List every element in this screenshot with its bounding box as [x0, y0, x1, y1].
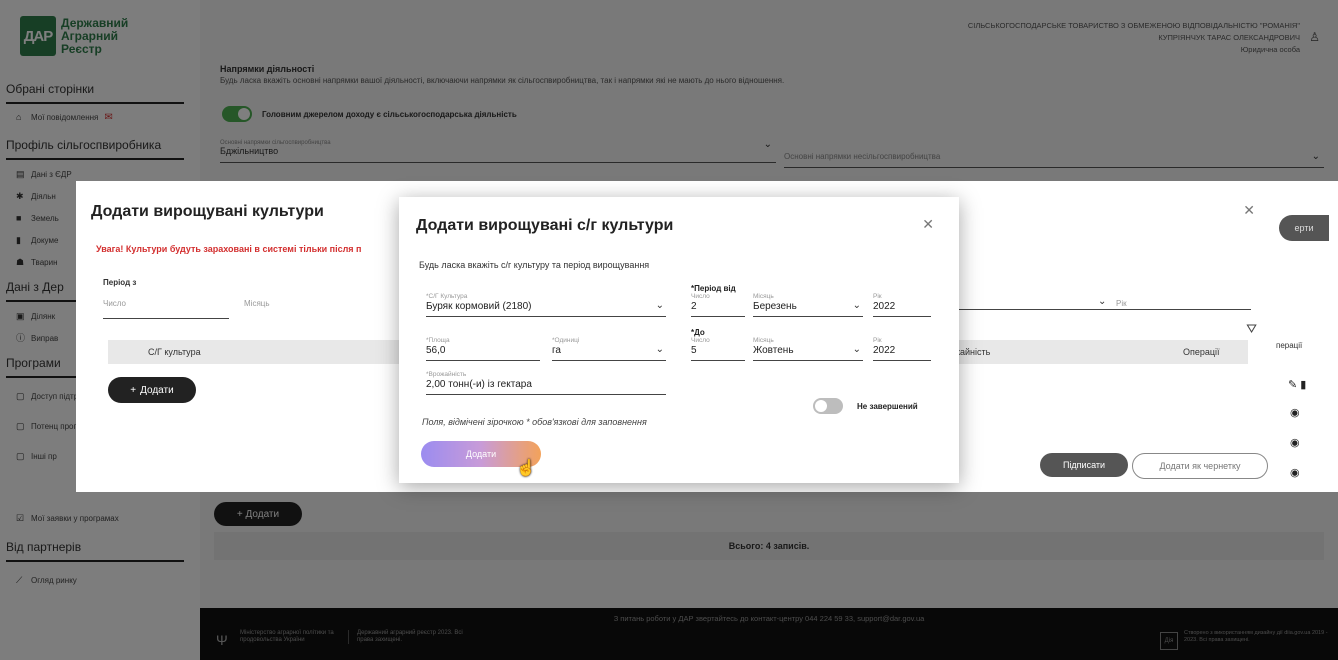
from-day-input[interactable]: Число 2	[691, 293, 745, 317]
view-icon[interactable]: ◉	[1290, 406, 1300, 419]
to-day-input[interactable]: Число 5	[691, 337, 745, 361]
add-agro-crops-title: Додати вирощувані с/г культури	[416, 217, 674, 234]
chevron-down-icon: ⌄	[1098, 296, 1107, 307]
edit-delete-icons[interactable]: ✎ ▮	[1288, 378, 1306, 391]
view-icon[interactable]: ◉	[1290, 436, 1300, 449]
unit-select[interactable]: *Одиниці га ⌄	[552, 337, 666, 361]
filter-icon[interactable]: ⛛	[1246, 321, 1257, 337]
add-agro-crops-dialog: Додати вирощувані с/г культури ✕ Будь ла…	[399, 197, 959, 483]
ops-column-header: перації	[1276, 341, 1303, 350]
hidden-action-button[interactable]: ерти	[1279, 215, 1329, 241]
crop-select[interactable]: *С/Г Культура Буряк кормовий (2180) ⌄	[426, 293, 666, 317]
from-month-select[interactable]: Місяць Березень ⌄	[753, 293, 863, 317]
period-from-label: Період з	[103, 278, 137, 287]
unfinished-toggle[interactable]	[813, 398, 843, 414]
chevron-down-icon: ⌄	[655, 344, 664, 355]
plus-icon: +	[130, 384, 137, 396]
to-year-input[interactable]: Рік 2022	[873, 337, 931, 361]
required-fields-note: Поля, відмічені зірочкою * обов'язкові д…	[422, 417, 647, 427]
chevron-down-icon: ⌄	[852, 300, 861, 311]
period-day-input[interactable]: Число	[103, 299, 229, 319]
period-to-group-label: *До	[691, 328, 705, 337]
chevron-down-icon: ⌄	[852, 344, 861, 355]
close-icon[interactable]: ✕	[922, 216, 934, 233]
crops-warning: Увага! Культури будуть зараховані в сист…	[96, 244, 362, 254]
add-crop-button[interactable]: + Додати	[108, 377, 196, 403]
period-from-group-label: *Період від	[691, 284, 736, 293]
hand-cursor-icon: ☝	[516, 460, 536, 477]
view-icon[interactable]: ◉	[1290, 466, 1300, 479]
close-icon[interactable]: ✕	[1243, 202, 1255, 219]
add-crops-dialog-title: Додати вирощувані культури	[91, 203, 324, 220]
add-agro-crops-subtitle: Будь ласка вкажіть с/г культуру та періо…	[419, 260, 650, 270]
yield-input[interactable]: *Врожайність 2,00 тонн(-и) із гектара	[426, 371, 666, 395]
unfinished-toggle-label: Не завершений	[857, 402, 918, 411]
from-year-input[interactable]: Рік 2022	[873, 293, 931, 317]
period-month-select[interactable]: Місяць	[244, 299, 394, 308]
save-draft-button[interactable]: Додати як чернетку	[1132, 453, 1268, 479]
sign-button[interactable]: Підписати	[1040, 453, 1128, 477]
to-month-select[interactable]: Місяць Жовтень ⌄	[753, 337, 863, 361]
area-input[interactable]: *Площа 56,0	[426, 337, 540, 361]
chevron-down-icon: ⌄	[655, 300, 664, 311]
